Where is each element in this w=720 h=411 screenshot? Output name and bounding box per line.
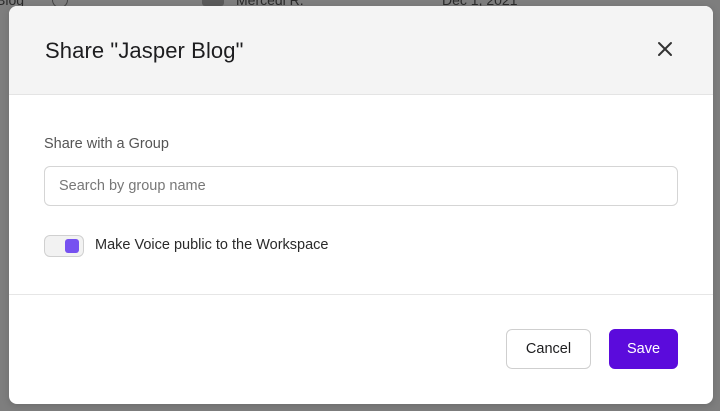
- public-toggle[interactable]: [44, 235, 84, 257]
- close-icon: [658, 42, 672, 56]
- dialog-title: Share "Jasper Blog": [45, 38, 244, 63]
- share-dialog: Share "Jasper Blog" Share with a Group M…: [9, 6, 713, 404]
- toggle-knob: [65, 239, 79, 253]
- dialog-header: Share "Jasper Blog": [9, 6, 713, 95]
- save-button[interactable]: Save: [609, 329, 678, 369]
- footer-divider: [9, 294, 713, 295]
- cancel-button[interactable]: Cancel: [506, 329, 591, 369]
- public-toggle-label: Make Voice public to the Workspace: [95, 237, 329, 253]
- group-search-input[interactable]: [44, 166, 678, 206]
- group-section-label: Share with a Group: [44, 136, 169, 152]
- close-button[interactable]: [653, 37, 677, 61]
